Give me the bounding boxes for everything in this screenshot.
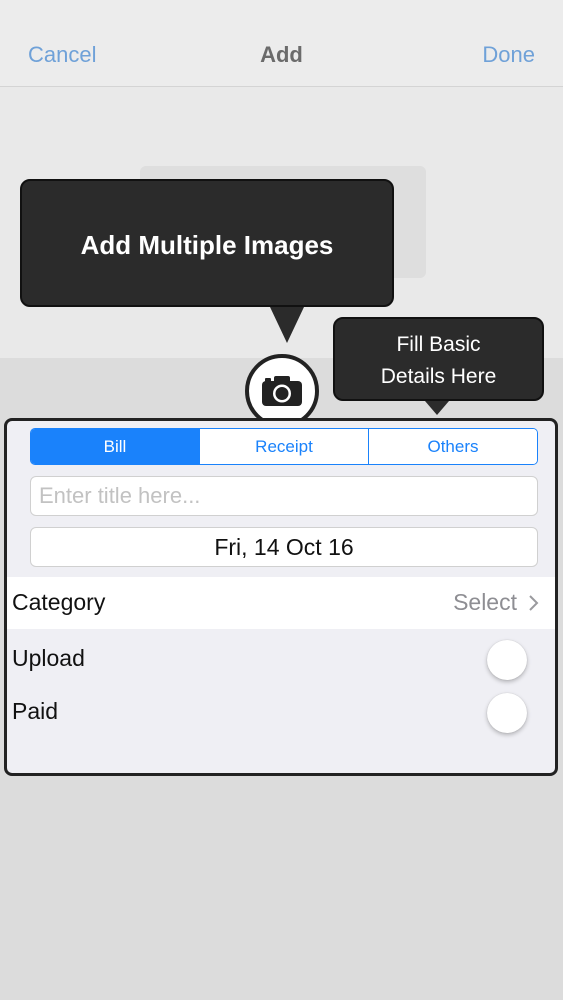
category-label: Category bbox=[12, 589, 106, 615]
paid-toggle[interactable] bbox=[487, 693, 527, 733]
type-segmented-control: Bill Receipt Others bbox=[30, 428, 538, 465]
camera-icon bbox=[262, 376, 302, 406]
chevron-right-icon bbox=[529, 595, 539, 611]
done-button[interactable]: Done bbox=[482, 42, 535, 68]
segment-bill[interactable]: Bill bbox=[31, 429, 199, 464]
category-value: Select bbox=[453, 589, 517, 615]
upload-row: Upload bbox=[7, 633, 555, 685]
fill-details-line-1: Fill Basic bbox=[396, 333, 481, 356]
add-images-tooltip: Add Multiple Images bbox=[20, 179, 394, 343]
basic-details-form: Bill Receipt Others Fri, 14 Oct 16 Categ… bbox=[4, 418, 558, 776]
navigation-bar: Cancel Add Done bbox=[0, 0, 563, 87]
paid-row: Paid bbox=[7, 686, 555, 738]
fill-details-line-2: Details Here bbox=[380, 365, 497, 388]
upload-label: Upload bbox=[12, 645, 85, 671]
fill-details-tooltip: Fill Basic Details Here bbox=[333, 317, 544, 415]
title-input[interactable] bbox=[30, 476, 538, 516]
date-field[interactable]: Fri, 14 Oct 16 bbox=[30, 527, 538, 567]
paid-label: Paid bbox=[12, 698, 59, 724]
segment-receipt[interactable]: Receipt bbox=[199, 429, 368, 464]
segment-others[interactable]: Others bbox=[368, 429, 537, 464]
category-row[interactable]: Category Select bbox=[7, 577, 555, 629]
camera-button[interactable] bbox=[245, 354, 319, 428]
page-title: Add bbox=[260, 42, 303, 67]
upload-toggle[interactable] bbox=[487, 640, 527, 680]
